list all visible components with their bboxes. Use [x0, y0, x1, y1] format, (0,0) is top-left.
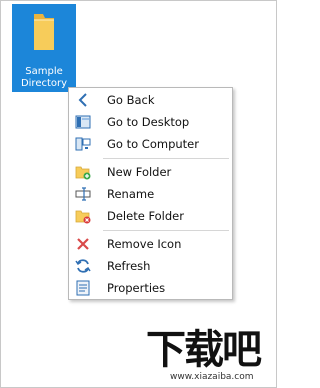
menu-item-go-to-computer[interactable]: Go to Computer	[69, 133, 232, 155]
menu-item-label: Rename	[107, 187, 155, 201]
refresh-icon	[75, 259, 91, 273]
properties-icon	[76, 280, 90, 296]
menu-item-label: Go Back	[107, 93, 155, 107]
menu-item-delete-folder[interactable]: Delete Folder	[69, 205, 232, 227]
menu-item-label: Go to Computer	[107, 137, 199, 151]
menu-item-label: Refresh	[107, 259, 151, 273]
menu-item-properties[interactable]: Properties	[69, 277, 232, 299]
menu-item-refresh[interactable]: Refresh	[69, 255, 232, 277]
desktop-icon	[75, 115, 91, 129]
sample-directory-icon[interactable]: Sample Directory	[12, 4, 76, 92]
computer-icon	[75, 137, 91, 151]
menu-item-label: New Folder	[107, 165, 172, 179]
remove-x-icon	[77, 238, 89, 250]
rename-icon	[75, 187, 91, 201]
back-arrow-icon	[78, 93, 87, 107]
menu-item-new-folder[interactable]: New Folder	[69, 161, 232, 183]
new-folder-icon	[75, 166, 91, 180]
menu-item-label: Go to Desktop	[107, 115, 190, 129]
menu-item-rename[interactable]: Rename	[69, 183, 232, 205]
menu-item-go-to-desktop[interactable]: Go to Desktop	[69, 111, 232, 133]
menu-separator	[103, 230, 229, 231]
menu-item-label: Remove Icon	[107, 237, 182, 251]
menu-separator	[103, 158, 229, 159]
watermark-url: www.xiazaiba.com	[170, 372, 254, 382]
menu-item-remove-icon[interactable]: Remove Icon	[69, 233, 232, 255]
menu-item-label: Delete Folder	[107, 209, 184, 223]
folder-icon	[34, 14, 54, 50]
folder-label: Sample Directory	[20, 66, 68, 89]
watermark-text: 下载吧	[146, 327, 262, 373]
menu-item-go-back[interactable]: Go Back	[69, 89, 232, 111]
menu-item-label: Properties	[107, 281, 166, 295]
watermark-logo: 下载吧 www.xiazaiba.com	[140, 328, 274, 386]
delete-folder-icon	[75, 210, 91, 224]
context-menu: Go Back Go to Desktop Go to Computer New…	[68, 87, 233, 300]
